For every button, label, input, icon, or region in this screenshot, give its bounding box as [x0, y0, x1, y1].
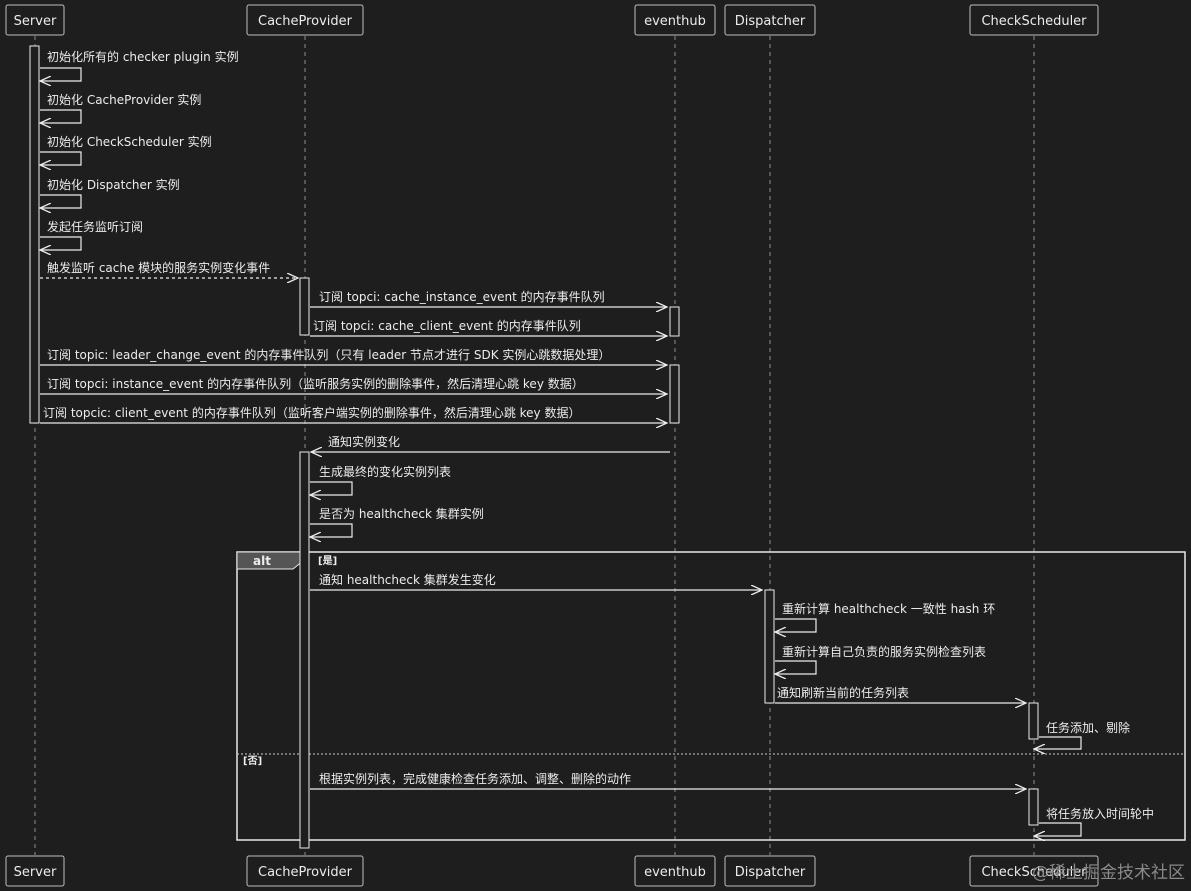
message-label-m15: 通知 healthcheck 集群发生变化 [319, 572, 496, 587]
activation-cache-1 [299, 277, 310, 336]
lifelines [34, 36, 1035, 855]
participant-cacheprovider-bottom: CacheProvider [246, 855, 364, 887]
message-label-m8: 订阅 topci: cache_client_event 的内存事件队列 [313, 318, 581, 333]
message-arrow-m17 [775, 660, 817, 674]
participant-dispatcher-top: Dispatcher [724, 4, 816, 36]
message-arrow-m13 [310, 481, 353, 495]
message-arrow-m5 [40, 236, 82, 250]
message-arrow-m3 [40, 151, 82, 165]
message-label-m21: 将任务放入时间轮中 [1046, 806, 1154, 821]
activation-scheduler-2 [1028, 788, 1039, 826]
sequence-diagram: alt [是] [否] 初始化所有的 checker plugin 实例 初始化… [5, 4, 1186, 887]
participant-label: Dispatcher [735, 14, 806, 29]
message-label-m6: 触发监听 cache 模块的服务实例变化事件 [47, 260, 270, 275]
participants-top: Server CacheProvider eventhub Dispatcher… [5, 4, 1099, 36]
message-arrow-m16 [775, 618, 817, 632]
activation-dispatcher [764, 589, 775, 704]
message-arrow-m2 [40, 109, 82, 123]
participant-cacheprovider-top: CacheProvider [246, 4, 364, 36]
participant-label: eventhub [644, 14, 706, 29]
activation-eventhub-2 [669, 364, 680, 424]
participant-dispatcher-bottom: Dispatcher [724, 855, 816, 887]
activation-scheduler-1 [1028, 702, 1039, 740]
activation-cache-2 [299, 451, 310, 849]
message-arrow-m4 [40, 194, 82, 208]
message-label-m13: 生成最终的变化实例列表 [319, 464, 451, 479]
activation-eventhub-1 [669, 306, 680, 337]
participant-label: Dispatcher [735, 865, 806, 880]
message-label-m18: 通知刷新当前的任务列表 [777, 685, 909, 700]
participant-label: CheckScheduler [981, 14, 1087, 29]
message-arrow-m21 [1034, 822, 1082, 836]
activation-server [29, 45, 40, 424]
message-label-m7: 订阅 topci: cache_instance_event 的内存事件队列 [319, 289, 605, 304]
alt-keyword: alt [253, 554, 271, 568]
participant-label: Server [14, 14, 57, 29]
participant-server-top: Server [5, 4, 65, 36]
participant-eventhub-bottom: eventhub [634, 855, 716, 887]
activation-bars [29, 45, 1039, 849]
message-label-m3: 初始化 CheckScheduler 实例 [47, 134, 212, 149]
messages [40, 67, 1082, 836]
message-label-m4: 初始化 Dispatcher 实例 [47, 177, 180, 192]
participant-checkscheduler-top: CheckScheduler [969, 4, 1099, 36]
message-label-m14: 是否为 healthcheck 集群实例 [319, 506, 484, 521]
watermark: @稀土掘金技术社区 [1032, 863, 1185, 883]
message-label-m12: 通知实例变化 [328, 434, 400, 449]
alt-condition-yes: [是] [318, 555, 337, 567]
message-arrow-m1 [40, 67, 82, 81]
participant-eventhub-top: eventhub [634, 4, 716, 36]
alt-condition-no: [否] [243, 755, 262, 767]
participant-label: CacheProvider [258, 865, 353, 880]
message-label-m1: 初始化所有的 checker plugin 实例 [47, 49, 239, 64]
message-label-m9: 订阅 topic: leader_change_event 的内存事件队列（只有… [47, 347, 610, 362]
message-label-m19: 任务添加、剔除 [1046, 720, 1130, 735]
participant-label: CacheProvider [258, 14, 353, 29]
message-label-m5: 发起任务监听订阅 [47, 219, 143, 234]
message-label-m20: 根据实例列表，完成健康检查任务添加、调整、删除的动作 [319, 771, 631, 786]
message-arrow-m19 [1034, 736, 1082, 749]
participants-bottom: Server CacheProvider eventhub Dispatcher… [5, 855, 1099, 887]
participant-label: eventhub [644, 865, 706, 880]
message-arrow-m14 [310, 523, 353, 537]
message-label-m17: 重新计算自己负责的服务实例检查列表 [782, 644, 986, 659]
message-label-m16: 重新计算 healthcheck 一致性 hash 环 [782, 601, 995, 616]
alt-fragment: alt [是] [否] [236, 551, 1186, 841]
message-label-m11: 订阅 topcic: client_event 的内存事件队列（监听客户端实例的… [43, 405, 580, 420]
participant-label: Server [14, 865, 57, 880]
message-label-m2: 初始化 CacheProvider 实例 [47, 92, 201, 107]
message-labels: 初始化所有的 checker plugin 实例 初始化 CacheProvid… [43, 49, 1154, 821]
participant-server-bottom: Server [5, 855, 65, 887]
alt-frame [236, 551, 1186, 841]
message-label-m10: 订阅 topci: instance_event 的内存事件队列（监听服务实例的… [47, 376, 584, 391]
